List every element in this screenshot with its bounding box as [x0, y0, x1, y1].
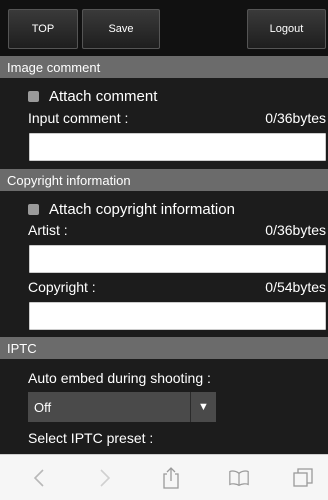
tabs-icon[interactable]	[292, 467, 314, 489]
auto-embed-select[interactable]: Off ▼	[28, 392, 216, 422]
image-comment-header: Image comment	[0, 56, 328, 78]
bookmarks-icon[interactable]	[228, 467, 250, 489]
artist-row: Artist : 0/36bytes	[28, 220, 326, 240]
artist-input[interactable]	[29, 245, 326, 273]
forward-icon[interactable]	[94, 467, 116, 489]
top-toolbar: TOP Save Logout	[0, 0, 328, 56]
top-button[interactable]: TOP	[8, 9, 78, 49]
save-button[interactable]: Save	[82, 9, 160, 49]
browser-toolbar	[0, 454, 328, 500]
checkbox-icon	[28, 90, 39, 102]
back-icon[interactable]	[28, 467, 50, 489]
dropdown-arrow-icon: ▼	[190, 392, 216, 422]
iptc-preset-label: Select IPTC preset :	[28, 430, 154, 446]
comment-input[interactable]	[29, 133, 326, 161]
input-comment-row: Input comment : 0/36bytes	[28, 108, 326, 128]
iptc-header: IPTC	[0, 337, 328, 359]
share-icon[interactable]	[160, 467, 182, 489]
logout-button[interactable]: Logout	[247, 9, 326, 49]
artist-byte-count: 0/36bytes	[265, 222, 326, 238]
attach-comment-label: Attach comment	[49, 87, 158, 105]
copyright-input[interactable]	[29, 302, 326, 330]
comment-byte-count: 0/36bytes	[265, 110, 326, 126]
artist-label: Artist :	[28, 222, 68, 238]
copyright-byte-count: 0/54bytes	[265, 279, 326, 295]
auto-embed-value: Off	[34, 399, 52, 415]
copyright-row: Copyright : 0/54bytes	[28, 277, 326, 297]
checkbox-icon	[28, 203, 39, 215]
auto-embed-label: Auto embed during shooting :	[28, 370, 211, 386]
copyright-info-header: Copyright information	[0, 169, 328, 191]
attach-comment-checkbox[interactable]: Attach comment	[28, 85, 157, 107]
attach-copyright-checkbox[interactable]: Attach copyright information	[28, 198, 235, 220]
input-comment-label: Input comment :	[28, 110, 129, 126]
copyright-label: Copyright :	[28, 279, 96, 295]
attach-copyright-label: Attach copyright information	[49, 200, 235, 218]
